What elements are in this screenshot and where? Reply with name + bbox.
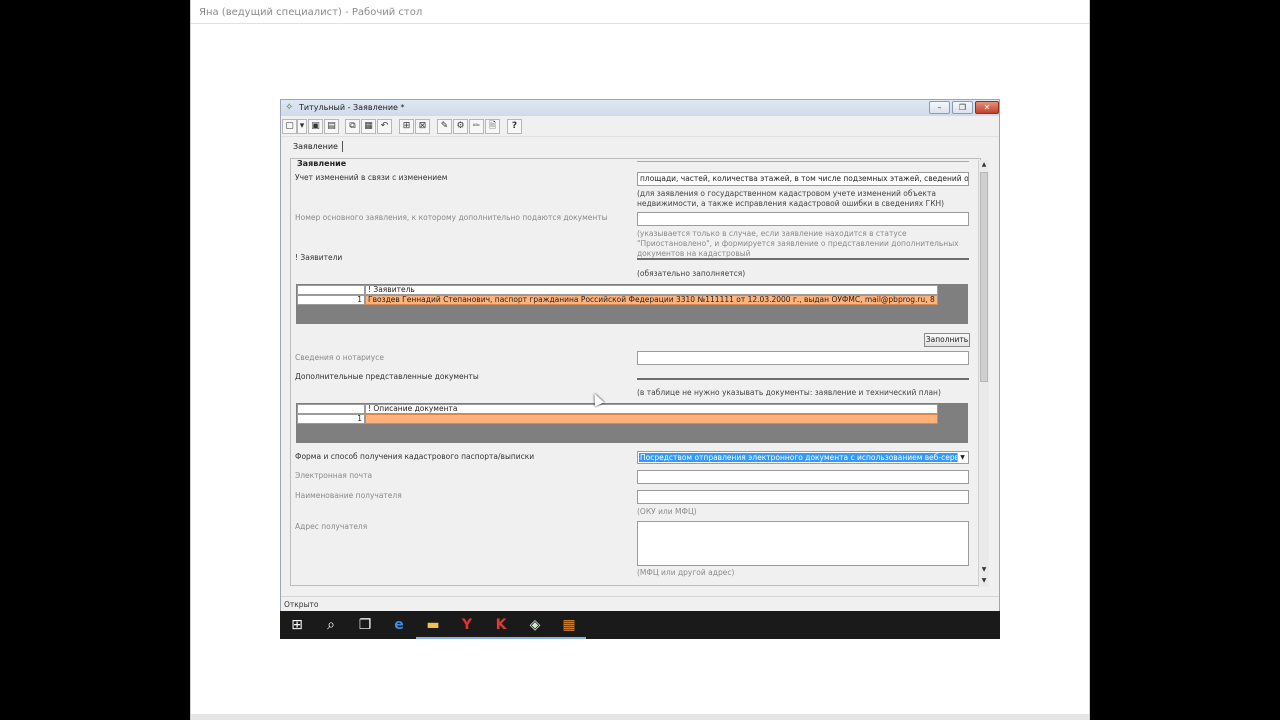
status-text: Открыто bbox=[284, 600, 319, 609]
applicants-separator bbox=[637, 258, 969, 260]
table-row-number: 1 bbox=[297, 414, 365, 424]
additional-docs-table: ! Описание документа 1 bbox=[296, 403, 968, 443]
document-description-column-header[interactable]: ! Описание документа bbox=[365, 404, 938, 414]
chevron-down-icon[interactable]: ▼ bbox=[957, 453, 967, 462]
applicant-column-header[interactable]: ! Заявитель bbox=[365, 285, 938, 295]
window-titlebar[interactable]: ✧ Титульный - Заявление * – ❐ ✕ bbox=[281, 100, 999, 116]
add-row-icon[interactable]: ⊞ bbox=[399, 119, 414, 134]
task-view-icon[interactable]: ❐ bbox=[348, 611, 382, 639]
recipient-name-field[interactable] bbox=[637, 490, 969, 504]
yandex-browser-icon[interactable]: Y bbox=[450, 611, 484, 639]
paste-icon[interactable]: ▦ bbox=[361, 119, 376, 134]
applicant-row-cell[interactable]: Гвоздев Геннадий Степанович, паспорт гра… bbox=[365, 295, 938, 305]
polygon-app-icon[interactable]: ◈ bbox=[518, 611, 552, 639]
app-logo-icon: ✧ bbox=[285, 102, 294, 113]
recipient-address-field[interactable] bbox=[637, 521, 969, 566]
recipient-name-hint: (ОКУ или МФЦ) bbox=[637, 507, 697, 516]
scrollbar-thumb[interactable] bbox=[980, 172, 988, 382]
application-form-panel: Заявление Учет изменений в связи с измен… bbox=[290, 158, 981, 586]
edge-browser-icon[interactable]: e bbox=[382, 611, 416, 639]
desktop-title: Яна (ведущий специалист) - Рабочий стол bbox=[199, 7, 423, 18]
recipient-address-hint: (МФЦ или другой адрес) bbox=[637, 568, 735, 577]
change-accounting-label: Учет изменений в связи с изменением bbox=[295, 173, 448, 182]
window-title: Титульный - Заявление * bbox=[299, 103, 405, 112]
status-bar: Открыто bbox=[281, 596, 999, 612]
help-icon[interactable]: ? bbox=[507, 119, 522, 134]
main-application-number-label: Номер основного заявления, к которому до… bbox=[295, 213, 608, 222]
email-field[interactable] bbox=[637, 470, 969, 484]
change-accounting-hint: (для заявления о государственном кадастр… bbox=[637, 189, 945, 208]
email-label: Электронная почта bbox=[295, 471, 373, 480]
new-document-icon[interactable]: ▢ bbox=[282, 119, 297, 134]
settings-icon[interactable]: ⚙ bbox=[453, 119, 468, 134]
panel-title: Заявление bbox=[297, 159, 347, 168]
notary-field[interactable] bbox=[637, 351, 969, 365]
maximize-button[interactable]: ❐ bbox=[952, 101, 973, 114]
undo-icon[interactable]: ↶ bbox=[377, 119, 392, 134]
scroll-down-icon[interactable]: ▼ bbox=[979, 576, 989, 586]
toolbar: ▢ ▾ ▣ ▤ ⧉ ▦ ↶ ⊞ ⊠ ✎ ⚙ ᴬᴮᶜ 🗎 ? bbox=[281, 117, 999, 137]
document-description-cell[interactable] bbox=[365, 414, 938, 424]
fill-button[interactable]: Заполнить bbox=[924, 333, 970, 347]
scroll-down-icon[interactable]: ▼ bbox=[979, 565, 989, 575]
table-corner bbox=[297, 404, 365, 414]
main-application-number-hint: (указывается только в случае, если заявл… bbox=[637, 229, 959, 258]
tab-application[interactable]: Заявление bbox=[289, 141, 343, 152]
recipient-address-label: Адрес получателя bbox=[295, 522, 368, 531]
desktop-titlebar: Яна (ведущий специалист) - Рабочий стол bbox=[191, 0, 1089, 24]
notary-label: Сведения о нотариусе bbox=[295, 353, 384, 362]
form-scrollbar[interactable]: ▲ ▼ ▼ bbox=[978, 160, 989, 587]
applicants-table: ! Заявитель 1 Гвоздев Геннадий Степанови… bbox=[296, 284, 968, 324]
change-accounting-field[interactable]: площади, частей, количества этажей, в то… bbox=[637, 172, 969, 186]
save-all-icon[interactable]: ▤ bbox=[324, 119, 339, 134]
table-corner bbox=[297, 285, 365, 295]
applicants-hint: (обязательно заполняется) bbox=[637, 269, 746, 278]
document-edit-icon[interactable]: 🗎 bbox=[485, 119, 500, 134]
desktop-bottom-edge bbox=[191, 714, 1089, 720]
receive-method-label: Форма и способ получения кадастрового па… bbox=[295, 452, 535, 461]
receive-method-selected-value: Посредством отправления электронного док… bbox=[639, 453, 957, 462]
table-row-number: 1 bbox=[297, 295, 365, 305]
minimize-button[interactable]: – bbox=[929, 101, 950, 114]
close-button[interactable]: ✕ bbox=[975, 101, 999, 114]
file-explorer-icon[interactable]: ▬ bbox=[416, 611, 450, 639]
applicants-label: ! Заявители bbox=[295, 253, 343, 262]
pen-icon[interactable]: ✎ bbox=[437, 119, 452, 134]
application-window: ✧ Титульный - Заявление * – ❐ ✕ ▢ ▾ ▣ ▤ … bbox=[280, 99, 1000, 612]
additional-docs-label: Дополнительные представленные документы bbox=[295, 372, 479, 381]
receive-method-select[interactable]: Посредством отправления электронного док… bbox=[637, 451, 969, 464]
dropdown-arrow-icon[interactable]: ▾ bbox=[297, 119, 307, 134]
search-icon[interactable]: ⌕ bbox=[314, 611, 348, 639]
panel-top-rule bbox=[637, 161, 969, 162]
spellcheck-icon[interactable]: ᴬᴮᶜ bbox=[469, 119, 484, 134]
main-application-number-field[interactable] bbox=[637, 212, 969, 226]
windows-start-icon[interactable]: ⊞ bbox=[280, 611, 314, 639]
additional-docs-hint: (в таблице не нужно указывать документы:… bbox=[637, 388, 941, 397]
copy-icon[interactable]: ⧉ bbox=[345, 119, 360, 134]
recipient-name-label: Наименование получателя bbox=[295, 491, 402, 500]
kaspersky-icon[interactable]: K bbox=[484, 611, 518, 639]
taskbar: ⊞ ⌕ ❐ e ▬ Y K ◈ ▦ bbox=[280, 611, 1000, 639]
app-window-icon[interactable]: ▦ bbox=[552, 611, 586, 639]
additional-docs-separator bbox=[637, 378, 969, 380]
scroll-up-icon[interactable]: ▲ bbox=[979, 160, 989, 170]
delete-row-icon[interactable]: ⊠ bbox=[415, 119, 430, 134]
save-icon[interactable]: ▣ bbox=[308, 119, 323, 134]
